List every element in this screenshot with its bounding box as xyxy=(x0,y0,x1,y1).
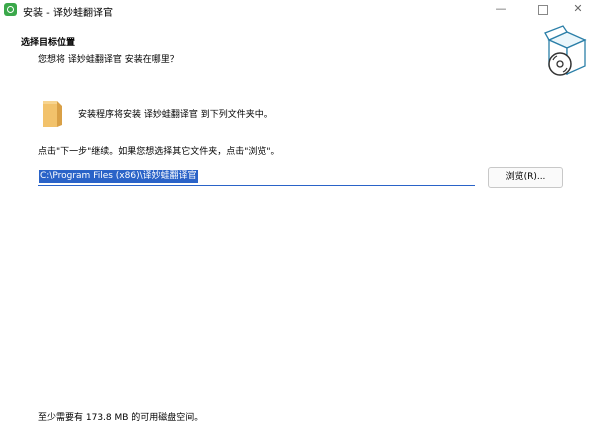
minimize-button[interactable]: — xyxy=(486,0,516,20)
page-title: 选择目标位置 xyxy=(21,38,76,48)
browse-button[interactable]: 浏览(R)... xyxy=(488,167,563,188)
folder-icon xyxy=(43,101,62,127)
app-logo-icon xyxy=(4,3,17,16)
info-text: 安装程序将安装 译妙蛙翻译官 到下列文件夹中。 xyxy=(78,110,273,120)
install-path-value: C:\Program Files (x86)\译妙蛙翻译官 xyxy=(39,170,198,183)
installer-box-icon xyxy=(544,25,587,76)
hint-text: 点击"下一步"继续。如果您想选择其它文件夹，点击"浏览"。 xyxy=(38,147,280,157)
title-bar: 安装 - 译妙蛙翻译官 — ✕ xyxy=(0,0,593,20)
window-title: 安装 - 译妙蛙翻译官 xyxy=(23,8,113,19)
install-path-input[interactable]: C:\Program Files (x86)\译妙蛙翻译官 xyxy=(38,168,475,186)
maximize-icon xyxy=(538,5,548,15)
maximize-button[interactable] xyxy=(528,0,558,20)
close-icon: ✕ xyxy=(573,2,583,15)
page-subtitle: 您想将 译妙蛙翻译官 安装在哪里？ xyxy=(38,55,179,65)
disk-space-text: 至少需要有 173.8 MB 的可用磁盘空间。 xyxy=(38,413,204,423)
close-button[interactable]: ✕ xyxy=(563,0,593,20)
minimize-icon: — xyxy=(495,2,507,15)
wizard-header: 选择目标位置 您想将 译妙蛙翻译官 安装在哪里？ xyxy=(0,20,593,80)
